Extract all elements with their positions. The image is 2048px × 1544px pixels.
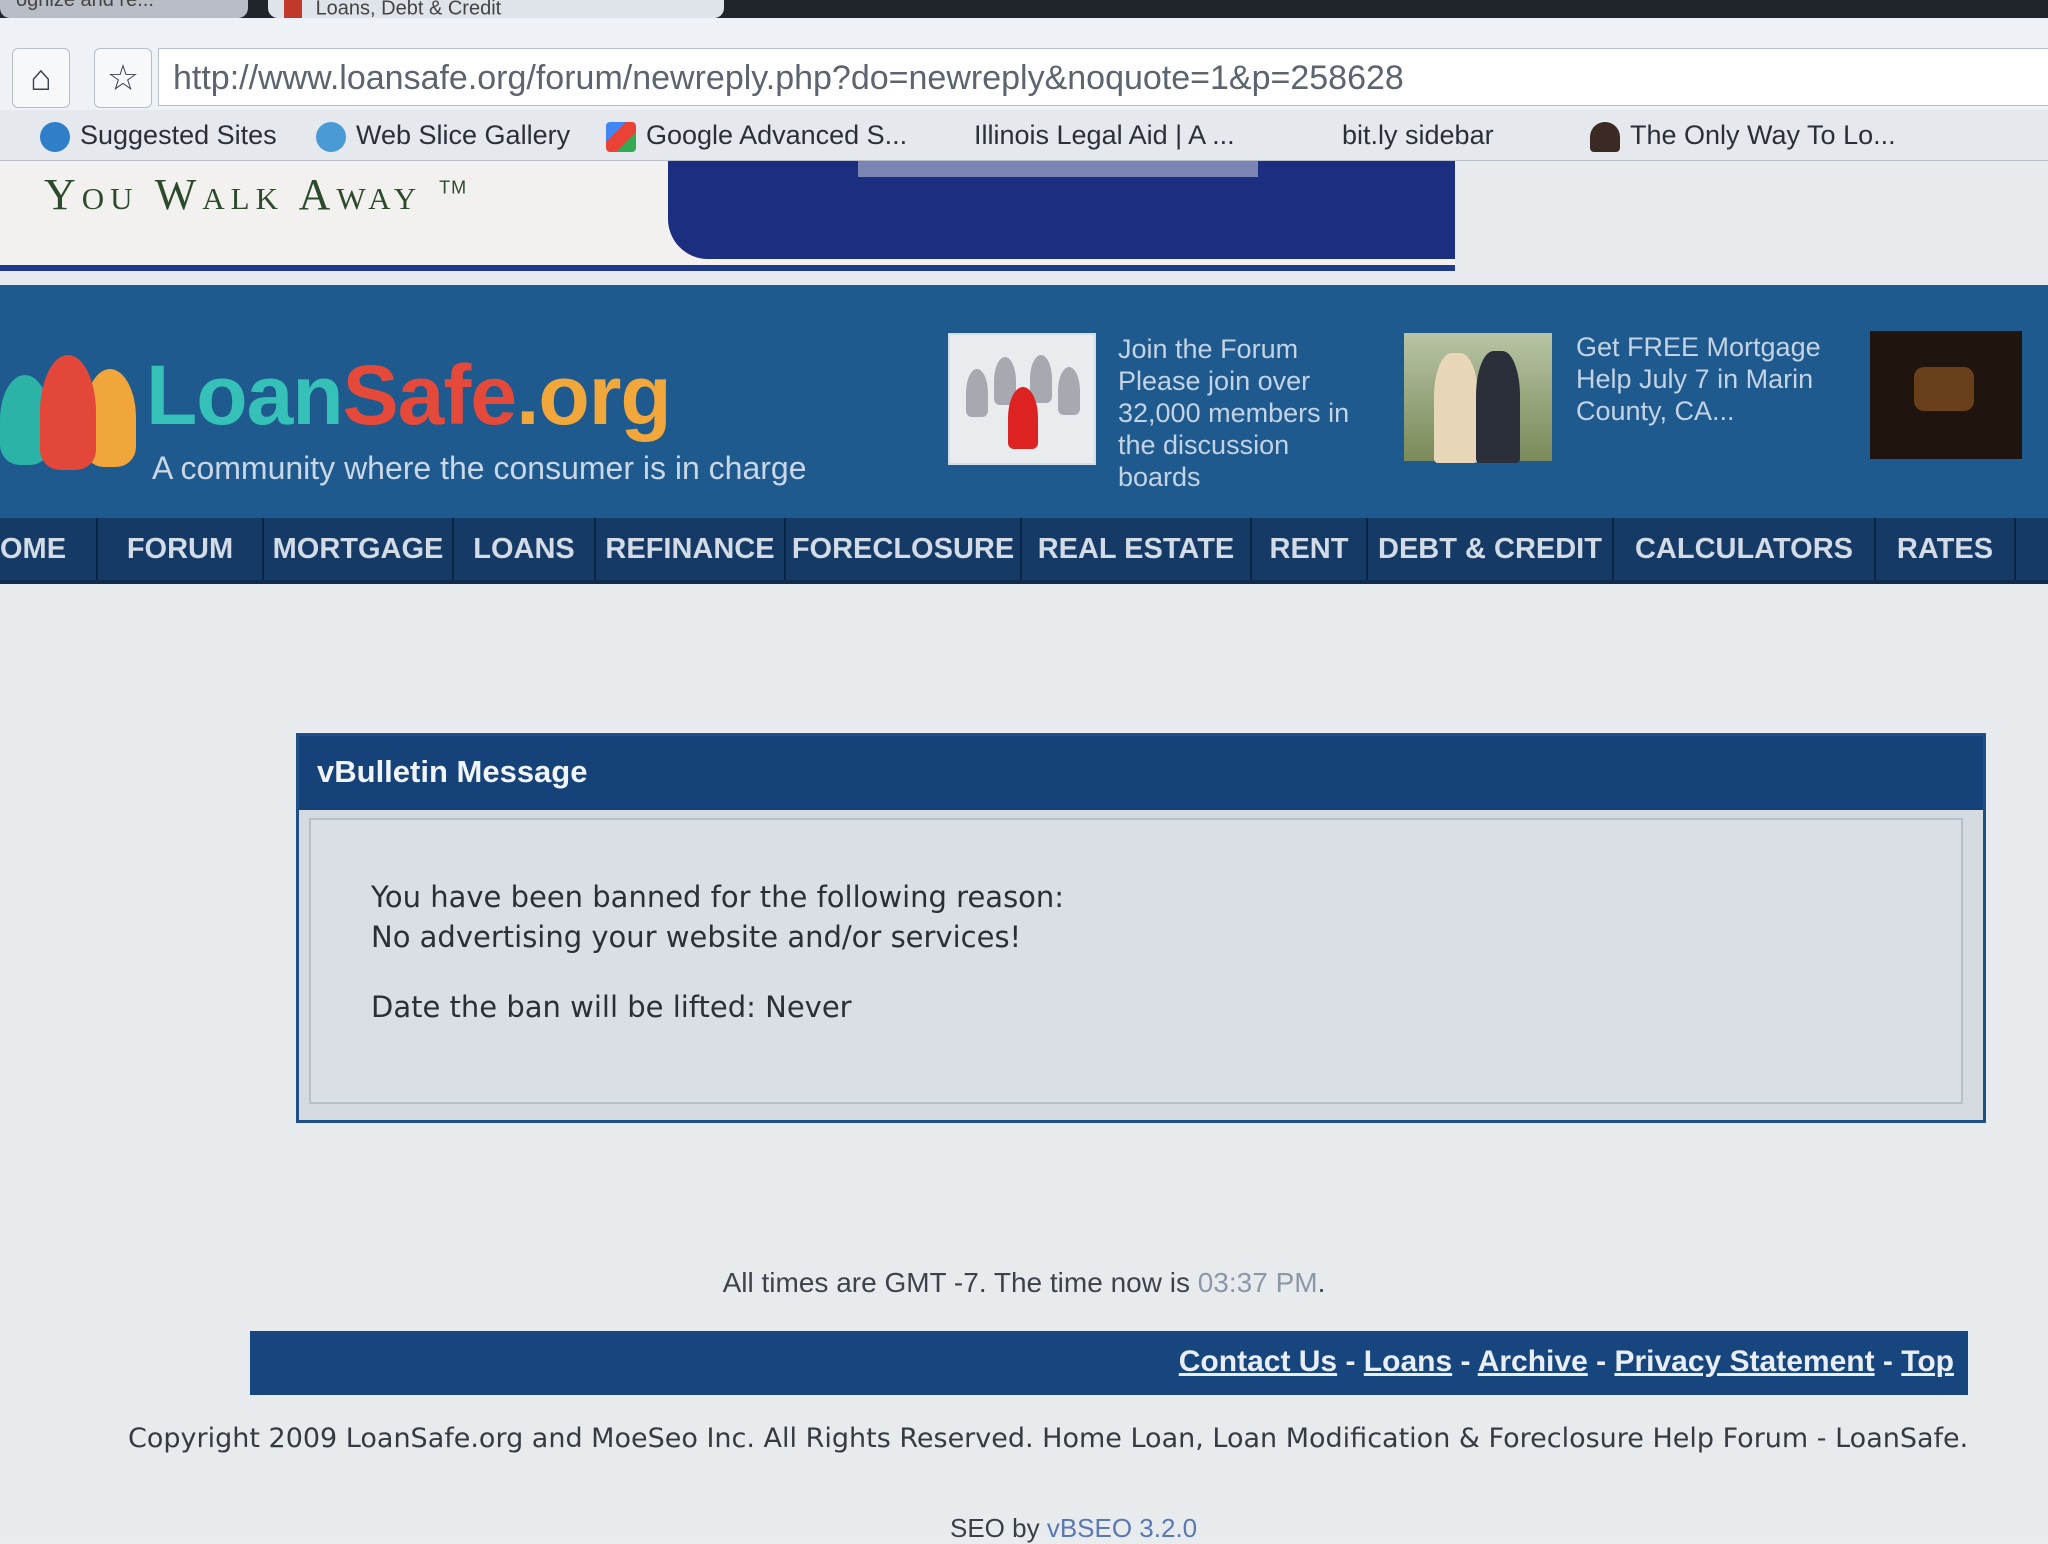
gavel-promo-image[interactable] bbox=[1868, 329, 2024, 461]
logo-people-icon[interactable] bbox=[0, 345, 136, 473]
nav-forum[interactable]: FORUM bbox=[98, 518, 264, 580]
nav-real-estate[interactable]: REAL ESTATE bbox=[1022, 518, 1252, 580]
trademark-mark: TM bbox=[439, 177, 468, 198]
join-forum-promo[interactable]: Join the Forum Please join over 32,000 m… bbox=[1118, 333, 1378, 493]
copyright-text: Copyright 2009 LoanSafe.org and MoeSeo I… bbox=[128, 1423, 1969, 1454]
nav-mortgage[interactable]: MORTGAGE bbox=[264, 518, 454, 580]
seo-credit: SEO by vBSEO 3.2.0 bbox=[950, 1513, 1197, 1544]
site-logo[interactable]: LoanSafe.org bbox=[146, 347, 672, 444]
ie-icon bbox=[316, 121, 346, 152]
bookmark-google-advanced[interactable]: Google Advanced S... bbox=[606, 118, 907, 152]
ad-tagline: You Walk Away bbox=[44, 170, 423, 219]
archive-link[interactable]: Archive bbox=[1478, 1345, 1588, 1378]
mortgage-help-promo-image[interactable] bbox=[1402, 331, 1554, 463]
ad-banner[interactable]: You Walk Away TM bbox=[0, 161, 1455, 271]
ban-lift-date: Date the ban will be lifted: Never bbox=[371, 990, 852, 1024]
vbseo-link[interactable]: vBSEO 3.2.0 bbox=[1047, 1513, 1197, 1543]
logo-part-safe: Safe bbox=[342, 348, 517, 442]
nav-rent[interactable]: RENT bbox=[1252, 518, 1368, 580]
link-separator: - bbox=[1337, 1345, 1364, 1378]
address-bar[interactable]: http://www.loansafe.org/forum/newreply.p… bbox=[158, 48, 2048, 106]
favorite-button[interactable]: ☆ bbox=[94, 48, 152, 108]
bookmark-the-only-way[interactable]: The Only Way To Lo... bbox=[1590, 118, 1896, 152]
ad-text: You Walk Away TM bbox=[44, 169, 467, 220]
vbulletin-message-box: vBulletin Message You have been banned f… bbox=[296, 733, 1986, 1123]
nav-debt-credit[interactable]: DEBT & CREDIT bbox=[1368, 518, 1614, 580]
bookmark-bitly-sidebar[interactable]: bit.ly sidebar bbox=[1342, 118, 1494, 313]
message-title: vBulletin Message bbox=[317, 754, 588, 789]
home-button[interactable]: ⌂ bbox=[12, 48, 70, 108]
contact-us-link[interactable]: Contact Us bbox=[1179, 1345, 1337, 1378]
forum-promo-image[interactable] bbox=[948, 333, 1096, 465]
current-time: 03:37 PM bbox=[1197, 1267, 1318, 1298]
google-icon bbox=[606, 121, 636, 152]
logo-part-loan: Loan bbox=[146, 348, 344, 442]
url-text: http://www.loansafe.org/forum/newreply.p… bbox=[173, 59, 1404, 97]
favicon-icon bbox=[284, 0, 302, 18]
ban-reason-heading: You have been banned for the following r… bbox=[371, 880, 1065, 914]
star-icon: ☆ bbox=[106, 57, 140, 98]
page-content: You Walk Away TM LoanSafe.org A communit… bbox=[0, 161, 2048, 1543]
site-tagline: A community where the consumer is in cha… bbox=[152, 450, 807, 486]
link-separator: - bbox=[1452, 1345, 1478, 1378]
nav-loans[interactable]: LOANS bbox=[454, 518, 596, 580]
top-link[interactable]: Top bbox=[1901, 1345, 1954, 1378]
person-icon bbox=[1590, 121, 1620, 152]
loans-link[interactable]: Loans bbox=[1364, 1345, 1452, 1378]
footer-links: Contact Us - Loans - Archive - Privacy S… bbox=[1179, 1345, 1954, 1379]
bookmark-suggested-sites[interactable]: Suggested Sites bbox=[40, 118, 277, 152]
time-prefix: All times are GMT -7. The time now is bbox=[722, 1267, 1198, 1298]
link-separator: - bbox=[1874, 1345, 1902, 1378]
bookmark-label: Web Slice Gallery bbox=[356, 120, 571, 150]
link-separator: - bbox=[1587, 1345, 1615, 1378]
time-suffix: . bbox=[1317, 1267, 1326, 1298]
message-body: You have been banned for the following r… bbox=[309, 818, 1963, 1104]
site-header: LoanSafe.org A community where the consu… bbox=[0, 285, 2048, 518]
message-header: vBulletin Message bbox=[299, 736, 1983, 810]
browser-tab-1[interactable]: ognize and re... bbox=[0, 0, 248, 18]
bookmark-label: The Only Way To Lo... bbox=[1630, 120, 1896, 150]
nav-refinance[interactable]: REFINANCE bbox=[596, 518, 786, 580]
bookmark-web-slice-gallery[interactable]: Web Slice Gallery bbox=[316, 118, 570, 152]
bookmark-label: Illinois Legal Aid | A ... bbox=[974, 120, 1235, 150]
home-icon: ⌂ bbox=[30, 57, 52, 98]
footer-bar: Contact Us - Loans - Archive - Privacy S… bbox=[250, 1331, 1968, 1395]
bookmarks-bar: Suggested Sites Web Slice Gallery Google… bbox=[0, 110, 2048, 313]
seo-prefix: SEO by bbox=[950, 1513, 1047, 1543]
ban-reason: No advertising your website and/or servi… bbox=[371, 920, 1022, 954]
bookmark-label: Suggested Sites bbox=[80, 120, 277, 150]
logo-part-org: .org bbox=[516, 348, 672, 442]
bookmark-illinois-legal-aid[interactable]: Illinois Legal Aid | A ... bbox=[974, 118, 1235, 313]
bookmark-label: Google Advanced S... bbox=[646, 120, 908, 150]
main-navigation: OME FORUM MORTGAGE LOANS REFINANCE FOREC… bbox=[0, 518, 2048, 584]
browser-tab-2[interactable]: Loans, Debt & Credit bbox=[268, 0, 724, 18]
ie-icon bbox=[40, 121, 70, 152]
browser-toolbar: ⌂ ☆ http://www.loansafe.org/forum/newrep… bbox=[0, 18, 2048, 111]
nav-home[interactable]: OME bbox=[0, 518, 98, 580]
nav-foreclosure[interactable]: FORECLOSURE bbox=[786, 518, 1022, 580]
browser-tab-strip: ognize and re... Loans, Debt & Credit bbox=[0, 0, 2048, 18]
privacy-statement-link[interactable]: Privacy Statement bbox=[1614, 1345, 1874, 1378]
mortgage-help-promo[interactable]: Get FREE Mortgage Help July 7 in Marin C… bbox=[1576, 331, 1866, 427]
nav-calculators[interactable]: CALCULATORS bbox=[1614, 518, 1876, 580]
ad-image bbox=[668, 161, 1455, 259]
bookmark-label: bit.ly sidebar bbox=[1342, 120, 1494, 150]
timezone-notice: All times are GMT -7. The time now is 03… bbox=[0, 1267, 2048, 1299]
tab-label: Loans, Debt & Credit bbox=[315, 0, 502, 18]
nav-rates[interactable]: RATES bbox=[1876, 518, 2016, 580]
tab-label: ognize and re... bbox=[16, 0, 154, 11]
